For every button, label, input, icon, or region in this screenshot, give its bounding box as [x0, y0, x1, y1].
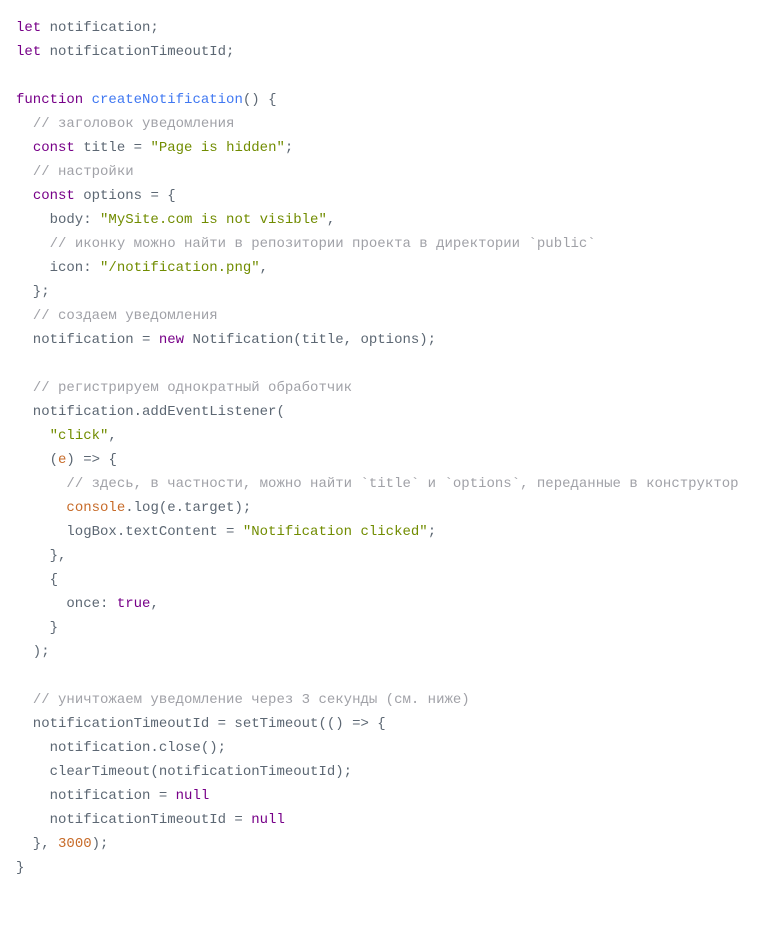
code-content: let notification; let notificationTimeou… [16, 20, 739, 876]
code-block: let notification; let notificationTimeou… [16, 16, 760, 880]
